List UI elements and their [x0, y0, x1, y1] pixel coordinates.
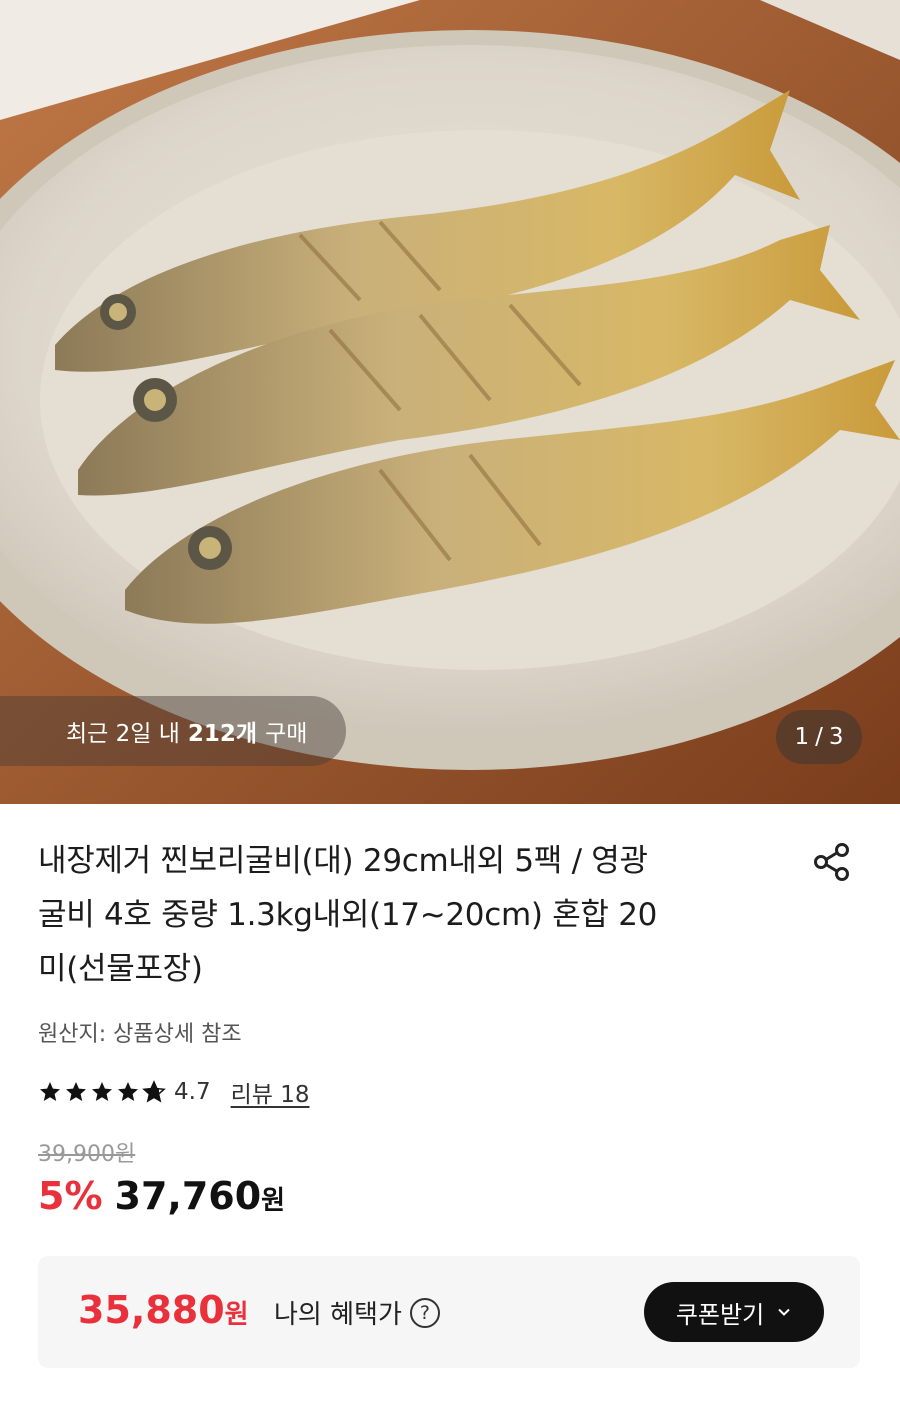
page-total: 3: [828, 724, 844, 750]
original-price: 39,900원: [38, 1142, 136, 1167]
rating-stars: [38, 1080, 166, 1104]
get-coupon-button[interactable]: 쿠폰받기: [644, 1282, 824, 1342]
share-button[interactable]: [808, 838, 856, 886]
product-title: 내장제거 찐보리굴비(대) 29cm내외 5팩 / 영광 굴비 4호 중량 1.…: [38, 834, 768, 996]
product-image-carousel[interactable]: 최근 2일 내 212개 구매 1 / 3: [0, 0, 900, 804]
page-separator: /: [815, 724, 823, 750]
rating-row: 4.7 리뷰 18: [38, 1076, 309, 1108]
origin-info: 원산지: 상품상세 참조: [38, 1022, 242, 1047]
benefit-label: 나의 혜택가 ?: [274, 1294, 440, 1331]
product-photo: [0, 0, 900, 804]
chevron-down-icon: [778, 1308, 790, 1316]
benefit-price-box: 35,880원 나의 혜택가 ? 쿠폰받기: [38, 1256, 860, 1368]
product-title-line: 내장제거 찐보리굴비(대) 29cm내외 5팩 / 영광: [38, 843, 648, 879]
price-row: 5% 37,760원: [38, 1174, 285, 1218]
share-icon: [814, 843, 849, 881]
page-current: 1: [794, 724, 810, 750]
star-icon: [118, 1082, 138, 1101]
star-icon: [92, 1082, 112, 1101]
image-page-indicator: 1 / 3: [776, 710, 862, 764]
product-title-line: 굴비 4호 중량 1.3kg내외(17~20cm) 혼합 20: [38, 897, 658, 933]
discount-rate: 5%: [38, 1174, 103, 1218]
sale-price-unit: 원: [261, 1186, 286, 1216]
coupon-button-label: 쿠폰받기: [675, 1300, 765, 1329]
review-link[interactable]: 리뷰 18: [231, 1075, 310, 1109]
purchase-suffix: 구매: [265, 721, 308, 747]
benefit-price-value: 35,880: [78, 1288, 225, 1332]
star-icon: [40, 1082, 60, 1101]
help-icon[interactable]: ?: [409, 1297, 440, 1328]
benefit-price: 35,880원: [78, 1288, 249, 1332]
purchase-count: 212개: [187, 721, 258, 747]
rating-value: 4.7: [174, 1079, 211, 1105]
product-title-line: 미(선물포장): [38, 951, 203, 987]
sale-price: 37,760원: [115, 1174, 286, 1218]
benefit-price-unit: 원: [224, 1300, 249, 1330]
sale-price-value: 37,760: [114, 1174, 262, 1218]
benefit-label-text: 나의 혜택가: [274, 1300, 402, 1330]
star-icon: [66, 1082, 86, 1101]
star-half-icon: [142, 1080, 166, 1103]
recent-purchase-badge: 최근 2일 내 212개 구매: [0, 696, 346, 766]
purchase-prefix: 최근 2일 내: [66, 721, 180, 747]
